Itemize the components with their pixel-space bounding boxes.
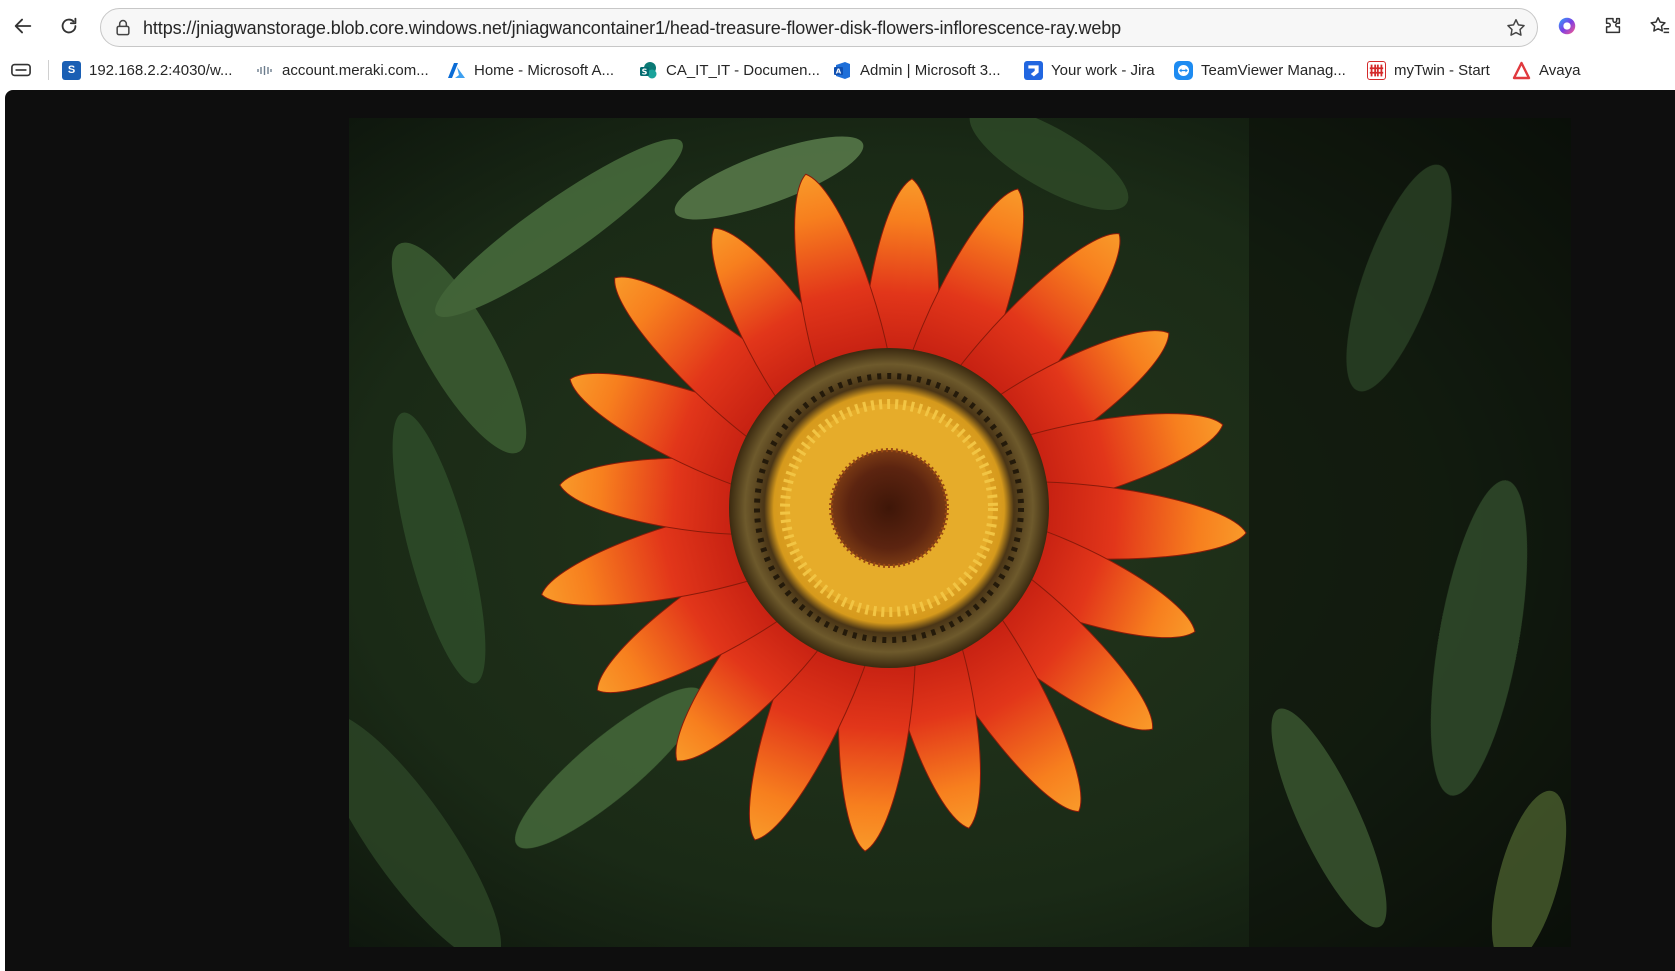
bookmark-label: myTwin - Start [1394, 61, 1490, 79]
svg-text:A: A [836, 67, 842, 75]
bookmarks-separator [48, 60, 49, 80]
svg-text:S: S [642, 67, 648, 76]
star-icon[interactable] [1505, 17, 1527, 39]
flower-image [349, 118, 1571, 947]
bookmark-label: 192.168.2.2:4030/w... [89, 61, 233, 79]
bookmark-azure[interactable]: Home - Microsoft A... [447, 58, 614, 82]
bookmark-label: CA_IT_IT - Documen... [666, 61, 820, 79]
bookmark-teamviewer[interactable]: TeamViewer Manag... [1174, 58, 1346, 82]
bookmark-sharepoint[interactable]: S CA_IT_IT - Documen... [639, 58, 820, 82]
bookmark-192-168[interactable]: S 192.168.2.2:4030/w... [62, 58, 232, 82]
bookmark-label: TeamViewer Manag... [1201, 61, 1346, 79]
bookmark-label: Admin | Microsoft 3... [860, 61, 1001, 79]
jira-icon [1024, 60, 1043, 80]
address-bar[interactable]: https://jniagwanstorage.blob.core.window… [100, 8, 1538, 47]
copilot-icon[interactable] [1555, 14, 1579, 38]
collections-icon[interactable] [10, 60, 32, 80]
browser-toolbar: https://jniagwanstorage.blob.core.window… [0, 0, 1675, 52]
bookmark-mytwin[interactable]: myTwin - Start [1367, 58, 1490, 82]
bookmark-meraki[interactable]: account.meraki.com... [255, 58, 429, 82]
azure-icon [447, 61, 466, 80]
cisco-icon [255, 61, 274, 80]
reload-button[interactable] [52, 9, 86, 43]
bookmark-admin[interactable]: A Admin | Microsoft 3... [833, 58, 1001, 82]
flower-photo[interactable] [349, 118, 1571, 947]
bookmark-label: account.meraki.com... [282, 61, 429, 79]
office-admin-icon: A [833, 61, 852, 80]
s-icon: S [62, 60, 81, 80]
bookmark-label: Home - Microsoft A... [474, 61, 615, 79]
url-text[interactable]: https://jniagwanstorage.blob.core.window… [143, 18, 1121, 39]
bookmark-label: Your work - Jira [1051, 61, 1155, 79]
sharepoint-icon: S [639, 61, 658, 80]
extensions-icon[interactable] [1601, 14, 1625, 38]
favorites-icon[interactable] [1647, 14, 1671, 38]
back-icon [14, 18, 32, 34]
bookmark-avaya[interactable]: Avaya [1512, 58, 1580, 82]
bookmark-label: Avaya [1539, 61, 1581, 79]
bookmarks-bar: S 192.168.2.2:4030/w... account.meraki.c… [0, 52, 1675, 88]
lock-icon[interactable] [113, 18, 133, 38]
mytwin-icon [1367, 60, 1386, 80]
back-button[interactable] [6, 9, 40, 43]
avaya-icon [1512, 61, 1531, 80]
reload-icon [61, 17, 77, 34]
teamviewer-icon [1174, 60, 1193, 80]
image-viewer [5, 90, 1675, 971]
bookmark-jira[interactable]: Your work - Jira [1024, 58, 1155, 82]
